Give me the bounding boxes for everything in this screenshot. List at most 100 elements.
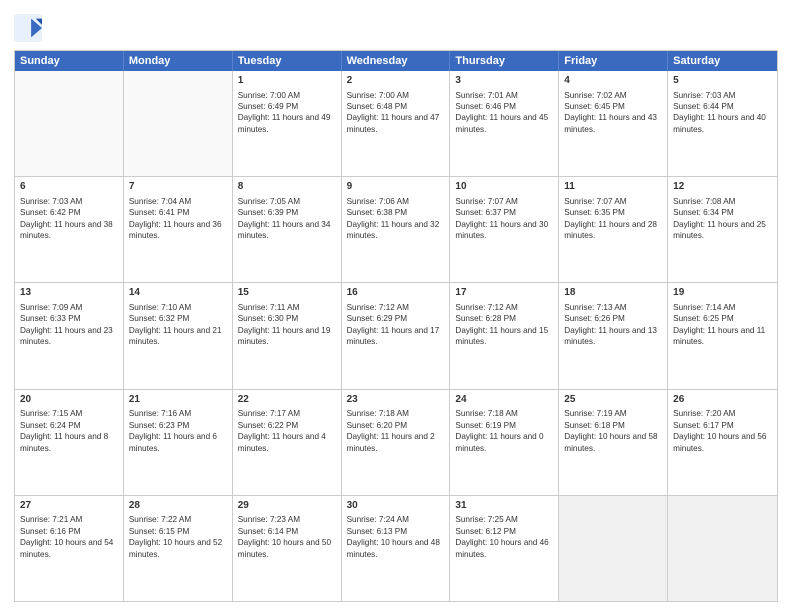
page: SundayMondayTuesdayWednesdayThursdayFrid… [0, 0, 792, 612]
calendar-cell: 10 Sunrise: 7:07 AM Sunset: 6:37 PM Dayli… [450, 177, 559, 282]
calendar-cell: 8 Sunrise: 7:05 AM Sunset: 6:39 PM Daylig… [233, 177, 342, 282]
day-number: 14 [129, 286, 227, 300]
calendar-cell [124, 71, 233, 176]
day-number: 30 [347, 499, 445, 513]
day-info: Sunrise: 7:10 AM Sunset: 6:32 PM Dayligh… [129, 303, 222, 346]
day-info: Sunrise: 7:04 AM Sunset: 6:41 PM Dayligh… [129, 197, 222, 240]
logo [14, 14, 44, 42]
calendar-cell: 29 Sunrise: 7:23 AM Sunset: 6:14 PM Dayli… [233, 496, 342, 601]
calendar-cell: 12 Sunrise: 7:08 AM Sunset: 6:34 PM Dayli… [668, 177, 777, 282]
day-info: Sunrise: 7:19 AM Sunset: 6:18 PM Dayligh… [564, 409, 657, 452]
calendar-cell: 21 Sunrise: 7:16 AM Sunset: 6:23 PM Dayli… [124, 390, 233, 495]
day-number: 19 [673, 286, 772, 300]
day-info: Sunrise: 7:18 AM Sunset: 6:20 PM Dayligh… [347, 409, 435, 452]
day-number: 27 [20, 499, 118, 513]
calendar-cell: 30 Sunrise: 7:24 AM Sunset: 6:13 PM Dayli… [342, 496, 451, 601]
day-info: Sunrise: 7:24 AM Sunset: 6:13 PM Dayligh… [347, 515, 440, 558]
day-number: 12 [673, 180, 772, 194]
calendar-row-4: 27Sunrise: 7:21 AM Sunset: 6:16 PM Dayli… [15, 495, 777, 601]
calendar-cell: 14 Sunrise: 7:10 AM Sunset: 6:32 PM Dayli… [124, 283, 233, 388]
header-cell-tuesday: Tuesday [233, 51, 342, 71]
calendar-cell: 2 Sunrise: 7:00 AM Sunset: 6:48 PM Daylig… [342, 71, 451, 176]
calendar-cell: 4 Sunrise: 7:02 AM Sunset: 6:45 PM Daylig… [559, 71, 668, 176]
day-info: Sunrise: 7:08 AM Sunset: 6:34 PM Dayligh… [673, 197, 766, 240]
header [14, 10, 778, 42]
day-info: Sunrise: 7:03 AM Sunset: 6:44 PM Dayligh… [673, 91, 766, 134]
calendar-cell [668, 496, 777, 601]
calendar-body: 1 Sunrise: 7:00 AM Sunset: 6:49 PM Daylig… [15, 71, 777, 601]
calendar-cell: 24Sunrise: 7:18 AM Sunset: 6:19 PM Dayli… [450, 390, 559, 495]
calendar-cell: 13 Sunrise: 7:09 AM Sunset: 6:33 PM Dayli… [15, 283, 124, 388]
day-info: Sunrise: 7:07 AM Sunset: 6:35 PM Dayligh… [564, 197, 657, 240]
calendar-row-3: 20 Sunrise: 7:15 AM Sunset: 6:24 PM Dayli… [15, 389, 777, 495]
day-info: Sunrise: 7:20 AM Sunset: 6:17 PM Dayligh… [673, 409, 766, 452]
day-info: Sunrise: 7:13 AM Sunset: 6:26 PM Dayligh… [564, 303, 657, 346]
day-number: 31 [455, 499, 553, 513]
header-cell-wednesday: Wednesday [342, 51, 451, 71]
day-number: 10 [455, 180, 553, 194]
calendar-cell: 16 Sunrise: 7:12 AM Sunset: 6:29 PM Dayli… [342, 283, 451, 388]
day-info: Sunrise: 7:22 AM Sunset: 6:15 PM Dayligh… [129, 515, 222, 558]
day-info: Sunrise: 7:07 AM Sunset: 6:37 PM Dayligh… [455, 197, 548, 240]
day-number: 18 [564, 286, 662, 300]
calendar-cell: 26 Sunrise: 7:20 AM Sunset: 6:17 PM Dayli… [668, 390, 777, 495]
header-cell-monday: Monday [124, 51, 233, 71]
calendar-cell [15, 71, 124, 176]
day-info: Sunrise: 7:23 AM Sunset: 6:14 PM Dayligh… [238, 515, 331, 558]
day-number: 20 [20, 393, 118, 407]
day-number: 16 [347, 286, 445, 300]
day-info: Sunrise: 7:16 AM Sunset: 6:23 PM Dayligh… [129, 409, 217, 452]
calendar-cell: 11 Sunrise: 7:07 AM Sunset: 6:35 PM Dayli… [559, 177, 668, 282]
calendar-row-2: 13 Sunrise: 7:09 AM Sunset: 6:33 PM Dayli… [15, 282, 777, 388]
day-number: 21 [129, 393, 227, 407]
day-number: 13 [20, 286, 118, 300]
calendar-cell: 9Sunrise: 7:06 AM Sunset: 6:38 PM Daylig… [342, 177, 451, 282]
day-number: 5 [673, 74, 772, 88]
day-info: Sunrise: 7:18 AM Sunset: 6:19 PM Dayligh… [455, 409, 543, 452]
day-info: Sunrise: 7:05 AM Sunset: 6:39 PM Dayligh… [238, 197, 331, 240]
logo-icon [14, 14, 42, 42]
calendar-cell: 15 Sunrise: 7:11 AM Sunset: 6:30 PM Dayli… [233, 283, 342, 388]
day-info: Sunrise: 7:00 AM Sunset: 6:48 PM Dayligh… [347, 91, 440, 134]
day-number: 8 [238, 180, 336, 194]
calendar-cell: 17 Sunrise: 7:12 AM Sunset: 6:28 PM Dayli… [450, 283, 559, 388]
calendar-cell: 19Sunrise: 7:14 AM Sunset: 6:25 PM Dayli… [668, 283, 777, 388]
calendar: SundayMondayTuesdayWednesdayThursdayFrid… [14, 50, 778, 602]
day-number: 29 [238, 499, 336, 513]
day-number: 23 [347, 393, 445, 407]
day-info: Sunrise: 7:12 AM Sunset: 6:29 PM Dayligh… [347, 303, 440, 346]
day-info: Sunrise: 7:25 AM Sunset: 6:12 PM Dayligh… [455, 515, 548, 558]
header-cell-thursday: Thursday [450, 51, 559, 71]
day-info: Sunrise: 7:11 AM Sunset: 6:30 PM Dayligh… [238, 303, 331, 346]
day-number: 26 [673, 393, 772, 407]
day-number: 28 [129, 499, 227, 513]
day-number: 17 [455, 286, 553, 300]
calendar-cell: 6 Sunrise: 7:03 AM Sunset: 6:42 PM Daylig… [15, 177, 124, 282]
calendar-row-0: 1 Sunrise: 7:00 AM Sunset: 6:49 PM Daylig… [15, 71, 777, 176]
calendar-cell: 23 Sunrise: 7:18 AM Sunset: 6:20 PM Dayli… [342, 390, 451, 495]
day-info: Sunrise: 7:09 AM Sunset: 6:33 PM Dayligh… [20, 303, 113, 346]
calendar-row-1: 6 Sunrise: 7:03 AM Sunset: 6:42 PM Daylig… [15, 176, 777, 282]
calendar-header-row: SundayMondayTuesdayWednesdayThursdayFrid… [15, 51, 777, 71]
day-number: 11 [564, 180, 662, 194]
day-number: 25 [564, 393, 662, 407]
day-number: 9 [347, 180, 445, 194]
calendar-cell: 7 Sunrise: 7:04 AM Sunset: 6:41 PM Daylig… [124, 177, 233, 282]
day-number: 15 [238, 286, 336, 300]
calendar-cell: 28 Sunrise: 7:22 AM Sunset: 6:15 PM Dayli… [124, 496, 233, 601]
day-info: Sunrise: 7:02 AM Sunset: 6:45 PM Dayligh… [564, 91, 657, 134]
day-number: 6 [20, 180, 118, 194]
calendar-cell: 27Sunrise: 7:21 AM Sunset: 6:16 PM Dayli… [15, 496, 124, 601]
day-info: Sunrise: 7:15 AM Sunset: 6:24 PM Dayligh… [20, 409, 108, 452]
day-info: Sunrise: 7:03 AM Sunset: 6:42 PM Dayligh… [20, 197, 113, 240]
calendar-cell: 22Sunrise: 7:17 AM Sunset: 6:22 PM Dayli… [233, 390, 342, 495]
day-number: 1 [238, 74, 336, 88]
day-number: 4 [564, 74, 662, 88]
day-info: Sunrise: 7:12 AM Sunset: 6:28 PM Dayligh… [455, 303, 548, 346]
day-number: 2 [347, 74, 445, 88]
calendar-cell: 18 Sunrise: 7:13 AM Sunset: 6:26 PM Dayli… [559, 283, 668, 388]
day-number: 22 [238, 393, 336, 407]
day-number: 7 [129, 180, 227, 194]
day-number: 3 [455, 74, 553, 88]
day-info: Sunrise: 7:00 AM Sunset: 6:49 PM Dayligh… [238, 91, 331, 134]
